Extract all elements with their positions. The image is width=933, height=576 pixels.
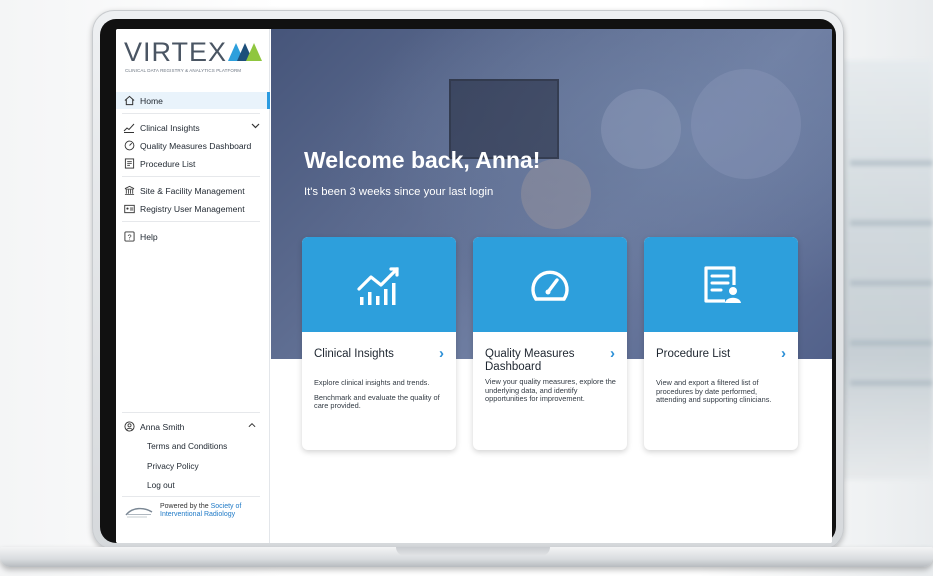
user-menu[interactable]: Anna Smith (122, 418, 270, 435)
sidebar-divider (122, 412, 260, 413)
gauge-icon (531, 270, 569, 301)
chart-icon (122, 122, 136, 134)
help-icon: ? (122, 231, 136, 243)
sidebar-item-label: Clinical Insights (140, 122, 200, 133)
card-procedure-list[interactable]: Procedure List › View and export a filte… (644, 237, 798, 450)
card-header (473, 237, 627, 332)
gauge-icon (122, 140, 136, 152)
card-title: Quality Measures Dashboard (485, 348, 575, 373)
hero-photo-figure (691, 69, 801, 179)
user-name: Anna Smith (140, 421, 185, 432)
card-description-line: Benchmark and evaluate the quality of ca… (314, 392, 440, 411)
page-title: Welcome back, Anna! (304, 147, 541, 173)
page-subtitle: It's been 3 weeks since your last login (304, 186, 494, 198)
card-clinical-insights[interactable]: Clinical Insights › Explore clinical ins… (302, 237, 456, 450)
sidebar-item-clinical-insights[interactable]: Clinical Insights (122, 119, 270, 136)
laptop-base-notch (396, 547, 550, 556)
sidebar-divider (122, 221, 260, 222)
chart-icon (357, 266, 399, 305)
user-icon (122, 421, 136, 433)
list-icon (122, 158, 136, 170)
home-icon (122, 95, 136, 107)
sidebar-item-quality-measures[interactable]: Quality Measures Dashboard (122, 137, 270, 154)
card-description: Explore clinical insights and trends. Be… (314, 378, 446, 411)
org-name-line1: Society of (210, 503, 242, 510)
privacy-link[interactable]: Privacy Policy (147, 461, 199, 471)
logo-tagline: CLINICAL DATA REGISTRY & ANALYTICS PLATF… (125, 68, 242, 73)
card-title: Procedure List (656, 348, 731, 360)
svg-text:?: ? (127, 232, 131, 241)
app-logo[interactable]: VIRTEX CLINICAL DATA REGISTRY & ANALYTIC… (124, 37, 264, 87)
sidebar-item-label: Help (140, 231, 158, 242)
chevron-down-icon[interactable] (251, 121, 260, 131)
document-user-icon (704, 265, 741, 303)
card-description-line: Explore clinical insights and trends. (314, 378, 430, 387)
sidebar-item-site-facility[interactable]: Site & Facility Management (122, 182, 270, 199)
logo-wordmark: VIRTEX (124, 37, 228, 67)
sidebar-divider (122, 496, 260, 497)
background-scene (840, 60, 933, 480)
sidebar-item-registry-users[interactable]: Registry User Management (122, 200, 270, 217)
powered-by-text: Powered by the Society of Interventional… (160, 503, 241, 519)
terms-link[interactable]: Terms and Conditions (147, 441, 227, 451)
sir-logo-icon (125, 507, 153, 518)
hero-photo-figure (601, 89, 681, 169)
powered-by[interactable]: Powered by the Society of Interventional… (124, 503, 264, 527)
card-header (644, 237, 798, 332)
card-quality-measures[interactable]: Quality Measures Dashboard › View your q… (473, 237, 627, 450)
sidebar-divider (122, 176, 260, 177)
logo-mark-icon (228, 43, 262, 61)
card-description: View and export a filtered list of proce… (656, 378, 772, 405)
card-description: View your quality measures, explore the … (485, 377, 616, 404)
sidebar-item-label: Quality Measures Dashboard (140, 140, 252, 151)
sidebar-divider (122, 113, 260, 114)
main-content: Welcome back, Anna! It's been 3 weeks si… (271, 29, 832, 543)
sidebar-item-procedure-list[interactable]: Procedure List (122, 155, 270, 172)
chevron-right-icon[interactable]: › (781, 345, 786, 362)
building-icon (122, 185, 136, 197)
sidebar: VIRTEX CLINICAL DATA REGISTRY & ANALYTIC… (116, 29, 270, 543)
laptop-screen: VIRTEX CLINICAL DATA REGISTRY & ANALYTIC… (116, 29, 832, 543)
chevron-right-icon[interactable]: › (439, 345, 444, 362)
org-name-line2: Interventional Radiology (160, 511, 236, 518)
logout-link[interactable]: Log out (147, 480, 175, 490)
chevron-up-icon[interactable] (248, 420, 256, 430)
sidebar-item-label: Registry User Management (140, 203, 245, 214)
chevron-right-icon[interactable]: › (610, 345, 615, 362)
card-header (302, 237, 456, 332)
sidebar-item-label: Procedure List (140, 158, 196, 169)
sidebar-item-label: Site & Facility Management (140, 185, 245, 196)
sidebar-item-help[interactable]: ? Help (122, 228, 270, 245)
id-card-icon (122, 203, 136, 215)
card-title: Clinical Insights (314, 348, 394, 360)
powered-by-prefix: Powered by the (160, 503, 211, 510)
sidebar-item-home[interactable]: Home (116, 92, 270, 109)
sidebar-item-label: Home (140, 95, 163, 106)
